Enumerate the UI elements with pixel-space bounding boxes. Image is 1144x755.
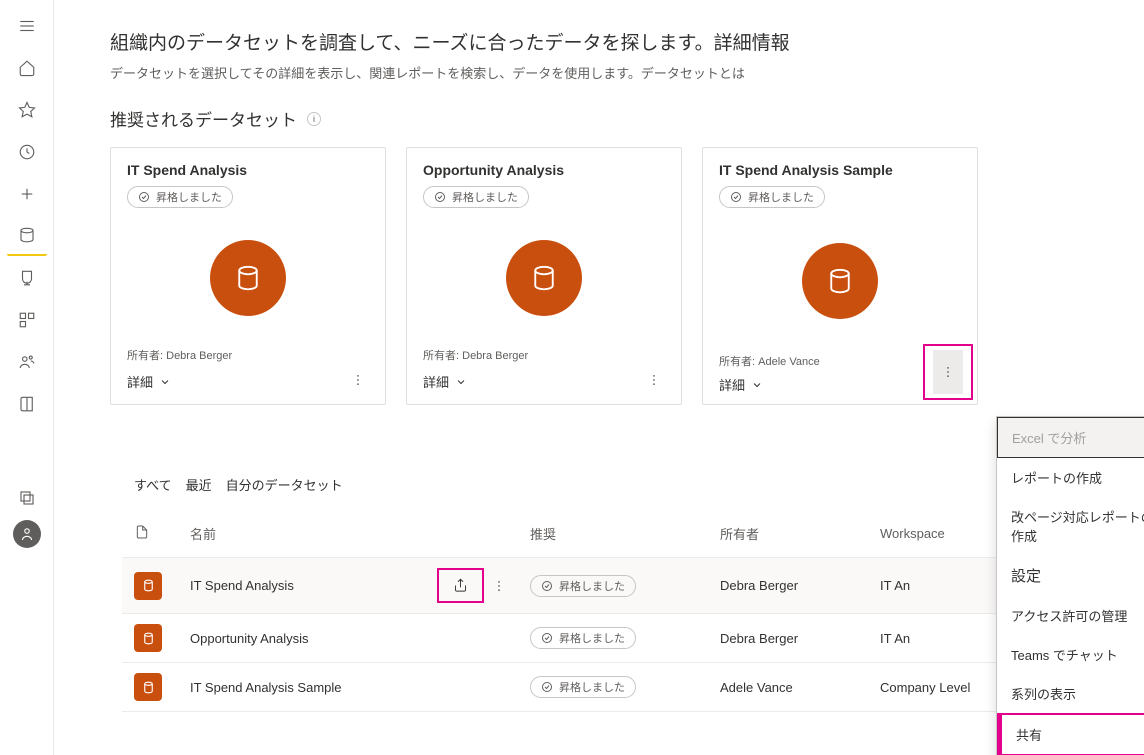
page-subtitle: データセットを選択してその詳細を表示し、関連レポートを検索し、データを使用します… [110, 63, 1108, 82]
menu-teams-chat[interactable]: Teams でチャット [997, 635, 1144, 674]
nav-goals-icon[interactable] [7, 258, 47, 298]
row-name: Opportunity Analysis [178, 614, 518, 663]
recommended-section-header: 推奨されるデータセット i [110, 106, 1108, 131]
dataset-card[interactable]: IT Spend Analysis 昇格しました 所有者: Debra Berg… [110, 147, 386, 405]
menu-settings[interactable]: 設定 [997, 555, 1144, 596]
promoted-badge: 昇格しました [423, 186, 529, 208]
nav-create-icon[interactable] [7, 174, 47, 214]
promoted-badge: 昇格しました [127, 186, 233, 208]
table-row[interactable]: Opportunity Analysis 昇格しました Debra Berger… [122, 614, 1096, 663]
dataset-card[interactable]: Opportunity Analysis 昇格しました 所有者: Debra B… [406, 147, 682, 405]
nav-recent-icon[interactable] [7, 132, 47, 172]
menu-create-paginated[interactable]: 改ページ対応レポートの作成 [997, 497, 1144, 555]
row-more-icon[interactable] [492, 579, 506, 593]
page-title: 組織内のデータセットを調査して、ニーズに合ったデータを探します。詳細情報 [110, 28, 1108, 55]
promoted-badge: 昇格しました [530, 627, 636, 649]
promoted-badge: 昇格しました [530, 575, 636, 597]
dataset-icon [210, 240, 286, 316]
more-options-icon[interactable] [347, 369, 369, 394]
dataset-row-icon [134, 673, 162, 701]
more-options-icon[interactable] [643, 369, 665, 394]
details-link[interactable]: 詳細 [127, 372, 171, 391]
column-recommend[interactable]: 推奨 [518, 510, 708, 558]
context-menu: Excel で分析 レポートの作成 改ページ対応レポートの作成 設定 アクセス許… [996, 416, 1144, 755]
card-title: IT Spend Analysis Sample [719, 162, 961, 178]
nav-menu-icon[interactable] [7, 6, 47, 46]
row-name: IT Spend Analysis Sample [178, 663, 518, 712]
menu-share[interactable]: 共有 [997, 713, 1144, 755]
main-content: 組織内のデータセットを調査して、ニーズに合ったデータを探します。詳細情報 データ… [54, 0, 1144, 755]
dataset-tabs: すべて 最近 自分のデータセット [110, 475, 1108, 510]
menu-view-lineage[interactable]: 系列の表示 [997, 674, 1144, 713]
info-icon[interactable]: i [307, 112, 321, 126]
table-row[interactable]: IT Spend Analysis Sample 昇格しました Adele Va… [122, 663, 1096, 712]
menu-manage-permissions[interactable]: アクセス許可の管理 [997, 596, 1144, 635]
row-owner: Debra Berger [708, 614, 868, 663]
details-link[interactable]: 詳細 [719, 375, 763, 394]
column-name[interactable]: 名前 [178, 510, 518, 558]
dataset-icon [802, 243, 878, 319]
card-owner: 所有者: Debra Berger [423, 347, 665, 363]
column-icon [122, 510, 178, 558]
more-options-highlight [923, 344, 973, 400]
promoted-badge: 昇格しました [719, 186, 825, 208]
row-owner: Adele Vance [708, 663, 868, 712]
nav-datasets-icon[interactable] [7, 216, 47, 256]
nav-my-workspace-icon[interactable] [13, 520, 41, 548]
recommended-cards: IT Spend Analysis 昇格しました 所有者: Debra Berg… [110, 147, 1108, 405]
more-options-button[interactable] [933, 350, 963, 394]
nav-workspaces-icon[interactable] [7, 478, 47, 518]
dataset-icon [506, 240, 582, 316]
datasets-table: 名前 推奨 所有者 Workspace IT Spend Analysis [110, 510, 1108, 712]
menu-create-report[interactable]: レポートの作成 [997, 458, 1144, 497]
nav-home-icon[interactable] [7, 48, 47, 88]
promoted-badge: 昇格しました [530, 676, 636, 698]
table-row[interactable]: IT Spend Analysis 昇格しました Debra Berge [122, 558, 1096, 614]
card-owner: 所有者: Debra Berger [127, 347, 369, 363]
dataset-row-icon [134, 572, 162, 600]
nav-apps-icon[interactable] [7, 300, 47, 340]
share-icon [453, 578, 468, 593]
card-title: IT Spend Analysis [127, 162, 369, 178]
recommended-label: 推奨されるデータセット [110, 106, 297, 131]
row-name: IT Spend Analysis [190, 578, 294, 593]
dataset-card[interactable]: IT Spend Analysis Sample 昇格しました 所有者: Ade… [702, 147, 978, 405]
nav-shared-icon[interactable] [7, 342, 47, 382]
nav-learn-icon[interactable] [7, 384, 47, 424]
tab-my-datasets[interactable]: 自分のデータセット [226, 475, 343, 500]
share-action-highlight[interactable] [437, 568, 484, 603]
tab-all[interactable]: すべて [134, 475, 172, 500]
dataset-row-icon [134, 624, 162, 652]
card-title: Opportunity Analysis [423, 162, 665, 178]
column-owner[interactable]: 所有者 [708, 510, 868, 558]
tab-recent[interactable]: 最近 [186, 475, 212, 500]
menu-analyze-excel[interactable]: Excel で分析 [997, 417, 1144, 458]
nav-favorites-icon[interactable] [7, 90, 47, 130]
left-nav [0, 0, 54, 755]
details-link[interactable]: 詳細 [423, 372, 467, 391]
row-owner: Debra Berger [708, 558, 868, 614]
